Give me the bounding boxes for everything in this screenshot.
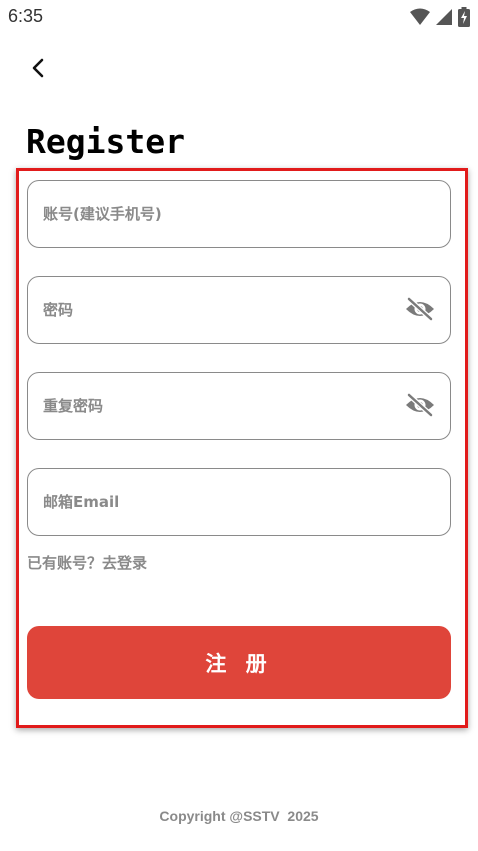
battery-charging-icon	[458, 7, 470, 31]
confirm-password-visibility-toggle[interactable]	[404, 392, 436, 421]
confirm-password-field	[27, 372, 451, 440]
back-button[interactable]	[24, 56, 52, 84]
status-time: 6:35	[8, 6, 44, 26]
wifi-icon	[410, 8, 430, 30]
password-field	[27, 276, 451, 344]
copyright-text: Copyright @SSTV 2025	[159, 808, 319, 824]
password-input[interactable]	[28, 277, 450, 343]
eye-off-icon	[405, 296, 435, 325]
page-title: Register	[26, 122, 185, 161]
email-input[interactable]	[28, 469, 450, 535]
email-field	[27, 468, 451, 536]
password-visibility-toggle[interactable]	[404, 296, 436, 325]
account-input[interactable]	[28, 181, 450, 247]
confirm-password-input[interactable]	[28, 373, 450, 439]
signal-icon	[436, 8, 452, 30]
chevron-left-icon	[30, 58, 46, 82]
go-to-login-link[interactable]: 已有账号？去登录	[27, 552, 147, 573]
status-bar: 6:35	[0, 0, 478, 34]
status-icons	[410, 7, 470, 31]
register-button[interactable]: 注 册	[27, 626, 451, 699]
eye-off-icon	[405, 392, 435, 421]
account-field	[27, 180, 451, 248]
